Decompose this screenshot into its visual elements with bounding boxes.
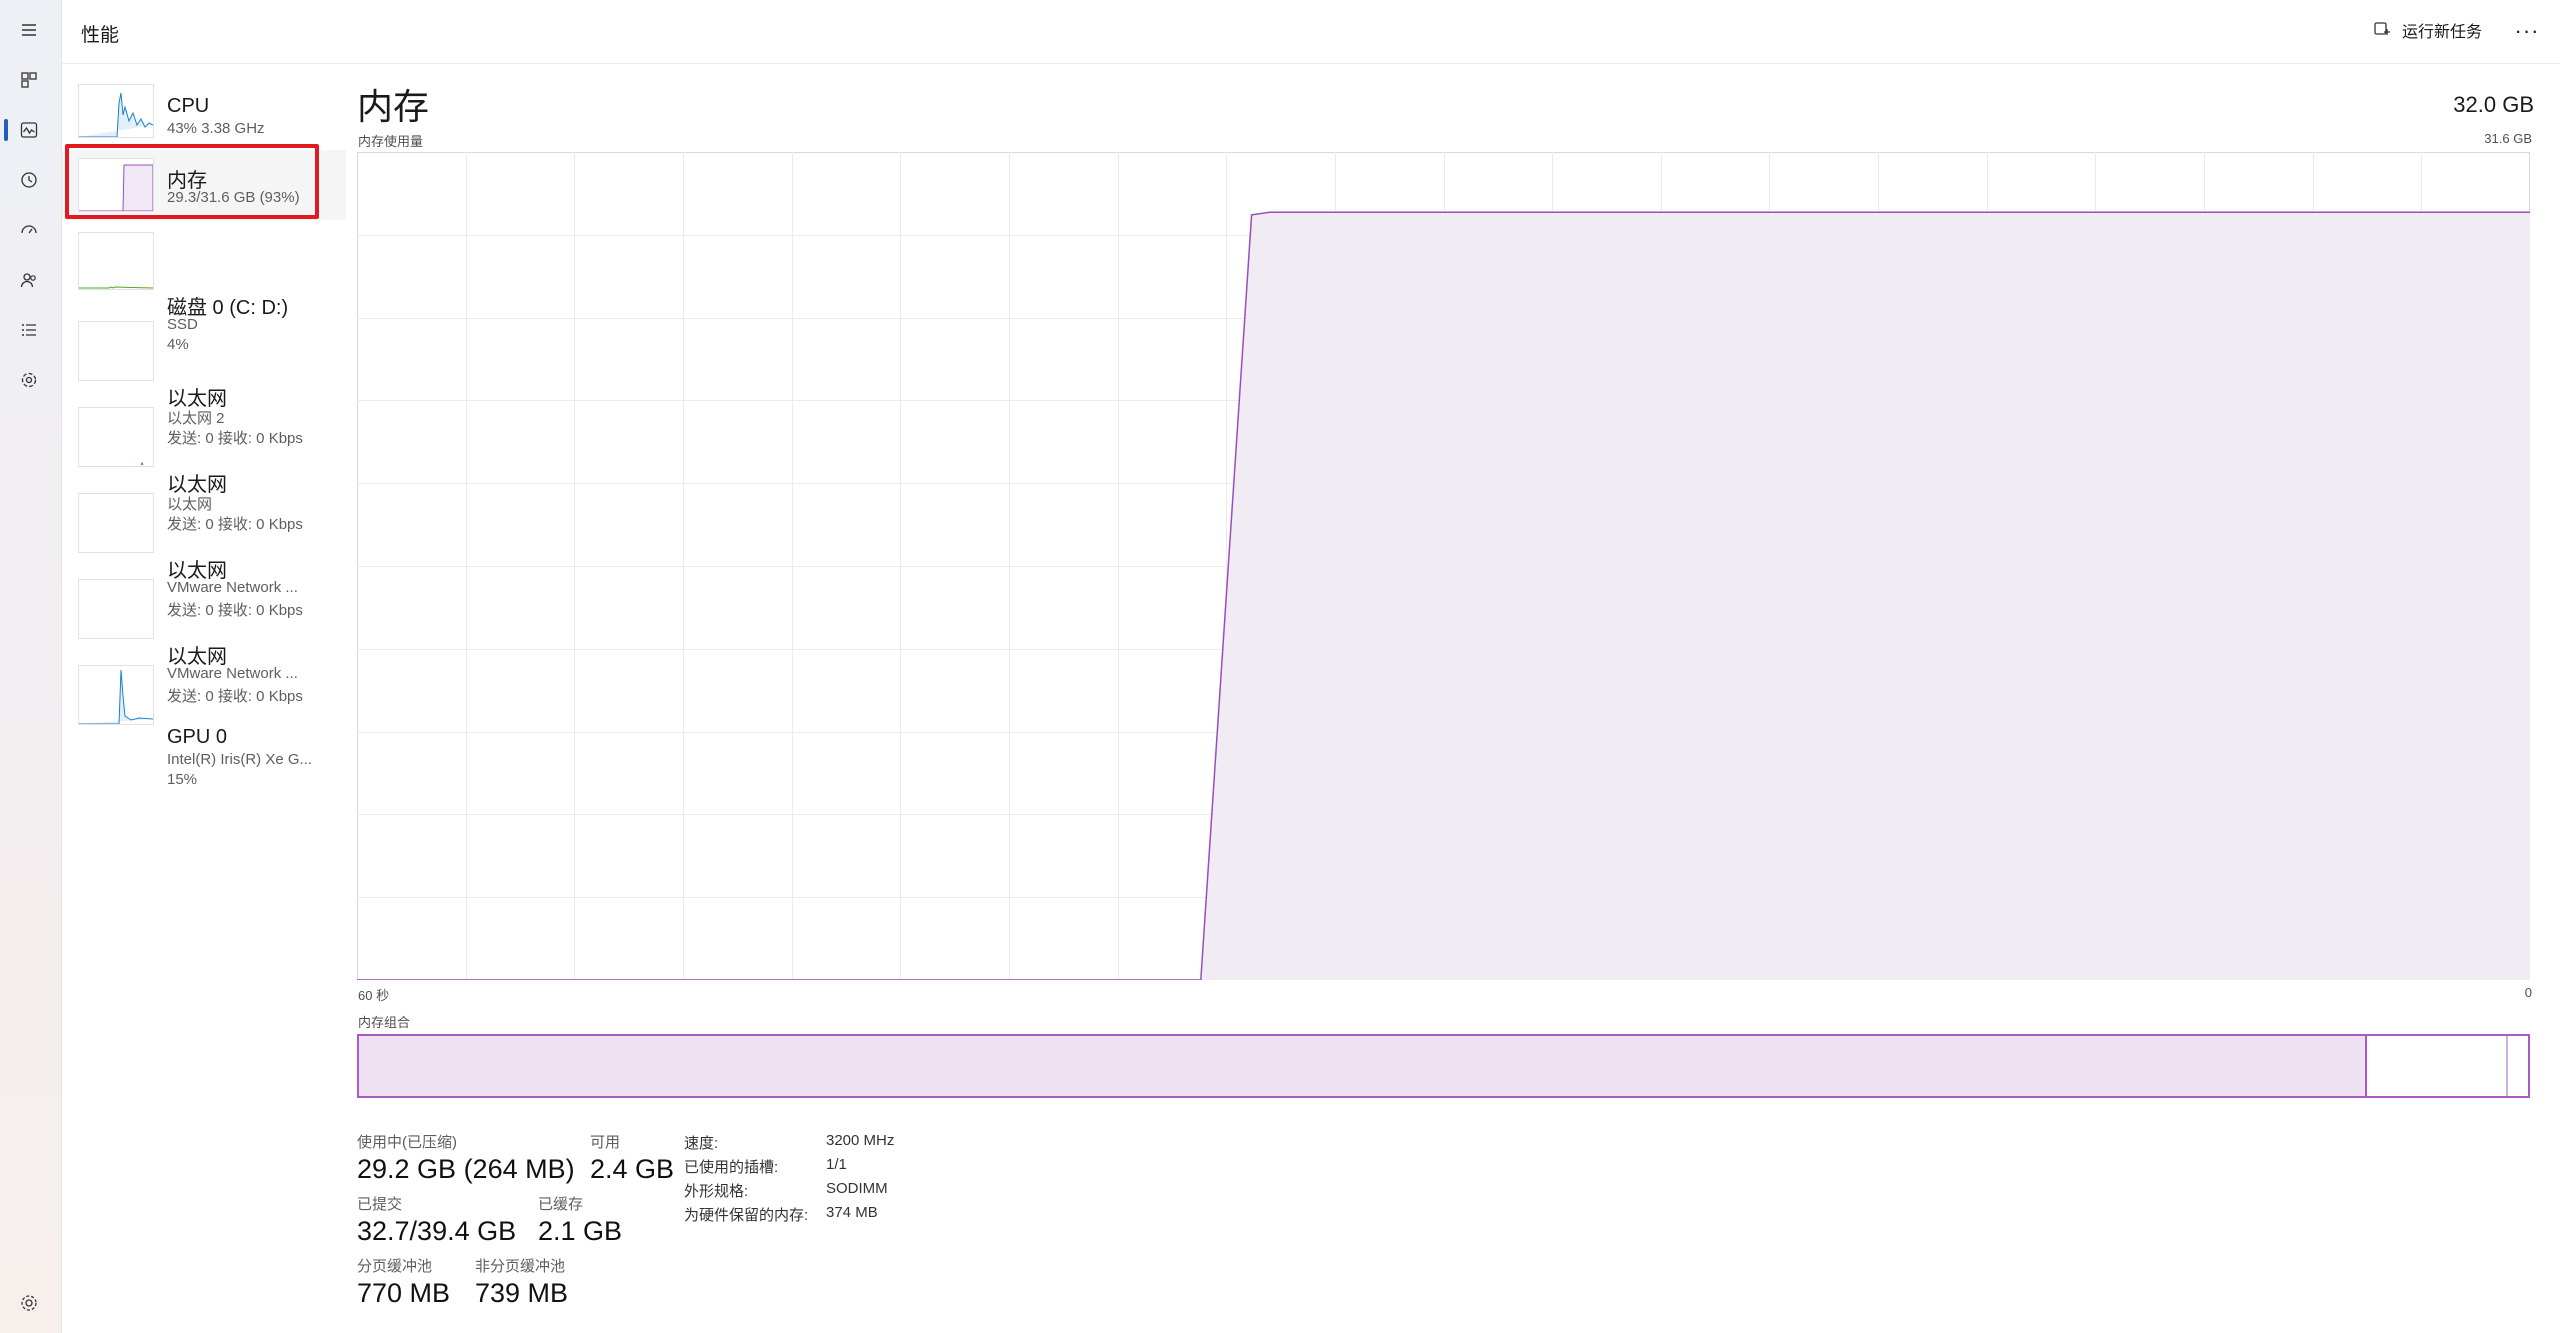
resource-total: 32.0 GB [2453,92,2534,117]
device-list: CPU 43% 3.38 GHz 内存 29.3/31.6 GB (93%) 磁… [62,64,347,1333]
active-indicator [4,119,8,141]
stat-committed: 已提交 32.7/39.4 GB [357,1193,516,1247]
x-axis-start-label: 60 秒 [358,988,390,1003]
device-item-cpu[interactable]: CPU 43% 3.38 GHz [62,78,346,148]
stat-label: 分页缓冲池 [357,1258,433,1275]
ethernet-thumbnail-graph [78,493,154,553]
memory-detail-panel: 内存 32.0 GB 内存使用量 31.6 GB 60 秒 0 内存组合 使用中… [357,64,2560,1333]
chart-max-label: 31.6 GB [2484,131,2532,146]
startup-apps-icon[interactable] [14,215,44,245]
run-new-task-label: 运行新任务 [2401,24,2482,41]
stat-value: 770 MB [357,1278,451,1308]
device-item-ethernet-2[interactable]: 以太网 以太网 2 发送: 0 接收: 0 Kbps [62,313,346,447]
users-icon[interactable] [14,265,44,295]
device-item-ethernet-vmware-1[interactable]: 以太网 VMware Network ... 发送: 0 接收: 0 Kbps [62,485,346,619]
composition-modified [2365,1036,2509,1096]
device-item-disk[interactable]: 磁盘 0 (C: D:) SSD 4% [62,226,346,353]
ethernet-thumbnail-graph [78,407,154,467]
device-detail: 43% 3.38 GHz [167,120,265,137]
device-detail: 29.3/31.6 GB (93%) [167,189,300,206]
performance-icon[interactable] [14,115,44,145]
settings-icon[interactable] [14,1288,44,1318]
stat-in-use: 使用中(已压缩) 29.2 GB (264 MB) [357,1131,575,1185]
ethernet-thumbnail-graph [78,579,154,639]
title-bar: 性能 运行新任务 ··· [62,0,2560,64]
device-name: CPU [167,95,210,117]
hardware-reserved-value: 374 MB [826,1204,878,1221]
device-name: GPU 0 [167,726,228,748]
stat-label: 使用中(已压缩) [357,1134,457,1151]
menu-icon[interactable] [14,15,44,45]
processes-icon[interactable] [14,65,44,95]
ethernet-thumbnail-graph [78,321,154,381]
form-factor-label: 外形规格: [684,1183,749,1200]
stat-value: 739 MB [475,1278,569,1308]
device-item-ethernet[interactable]: 以太网 以太网 发送: 0 接收: 0 Kbps [62,399,346,533]
chart-label: 内存使用量 [358,134,424,149]
stat-nonpaged-pool: 非分页缓冲池 739 MB [475,1255,568,1309]
slots-label: 已使用的插槽: [684,1159,779,1176]
device-item-gpu[interactable]: GPU 0 Intel(R) Iris(R) Xe G... 15% [62,657,346,788]
memory-composition-bar [357,1034,2530,1098]
disk-thumbnail-graph [78,232,154,290]
device-item-ethernet-vmware-2[interactable]: 以太网 VMware Network ... 发送: 0 接收: 0 Kbps [62,571,346,705]
speed-value: 3200 MHz [826,1132,895,1149]
memory-usage-chart [357,152,2530,980]
cpu-thumbnail-graph [78,84,154,138]
run-task-icon [2374,22,2390,35]
device-item-memory[interactable]: 内存 29.3/31.6 GB (93%) [62,150,346,220]
stat-cached: 已缓存 2.1 GB [538,1193,622,1247]
stat-value: 29.2 GB (264 MB) [357,1154,575,1184]
stat-label: 可用 [590,1134,621,1151]
stat-available: 可用 2.4 GB [590,1131,674,1185]
details-icon[interactable] [14,315,44,345]
slots-value: 1/1 [826,1156,847,1173]
stat-label: 非分页缓冲池 [475,1258,566,1275]
stat-value: 32.7/39.4 GB [357,1216,517,1246]
gpu-thumbnail-graph [78,665,154,725]
stat-value: 2.4 GB [590,1154,675,1184]
memory-thumbnail-graph [78,158,154,212]
more-options-button[interactable]: ··· [2510,14,2544,48]
hardware-reserved-label: 为硬件保留的内存: [684,1207,809,1224]
composition-label: 内存组合 [358,1015,411,1030]
stat-label: 已提交 [357,1196,403,1213]
stat-label: 已缓存 [538,1196,584,1213]
resource-title: 内存 [357,86,430,127]
device-detail-2: 15% [167,771,198,788]
device-detail: Intel(R) Iris(R) Xe G... [167,751,313,768]
stat-value: 2.1 GB [538,1216,623,1246]
app-history-icon[interactable] [14,165,44,195]
run-new-task-button[interactable]: 运行新任务 [2372,18,2482,42]
stat-paged-pool: 分页缓冲池 770 MB [357,1255,450,1309]
navigation-rail [0,0,62,1333]
services-icon[interactable] [14,365,44,395]
composition-in-use [359,1036,2368,1096]
form-factor-value: SODIMM [826,1180,888,1197]
x-axis-end-label: 0 [2524,985,2532,1000]
page-title: 性能 [81,25,120,46]
speed-label: 速度: [684,1135,719,1152]
